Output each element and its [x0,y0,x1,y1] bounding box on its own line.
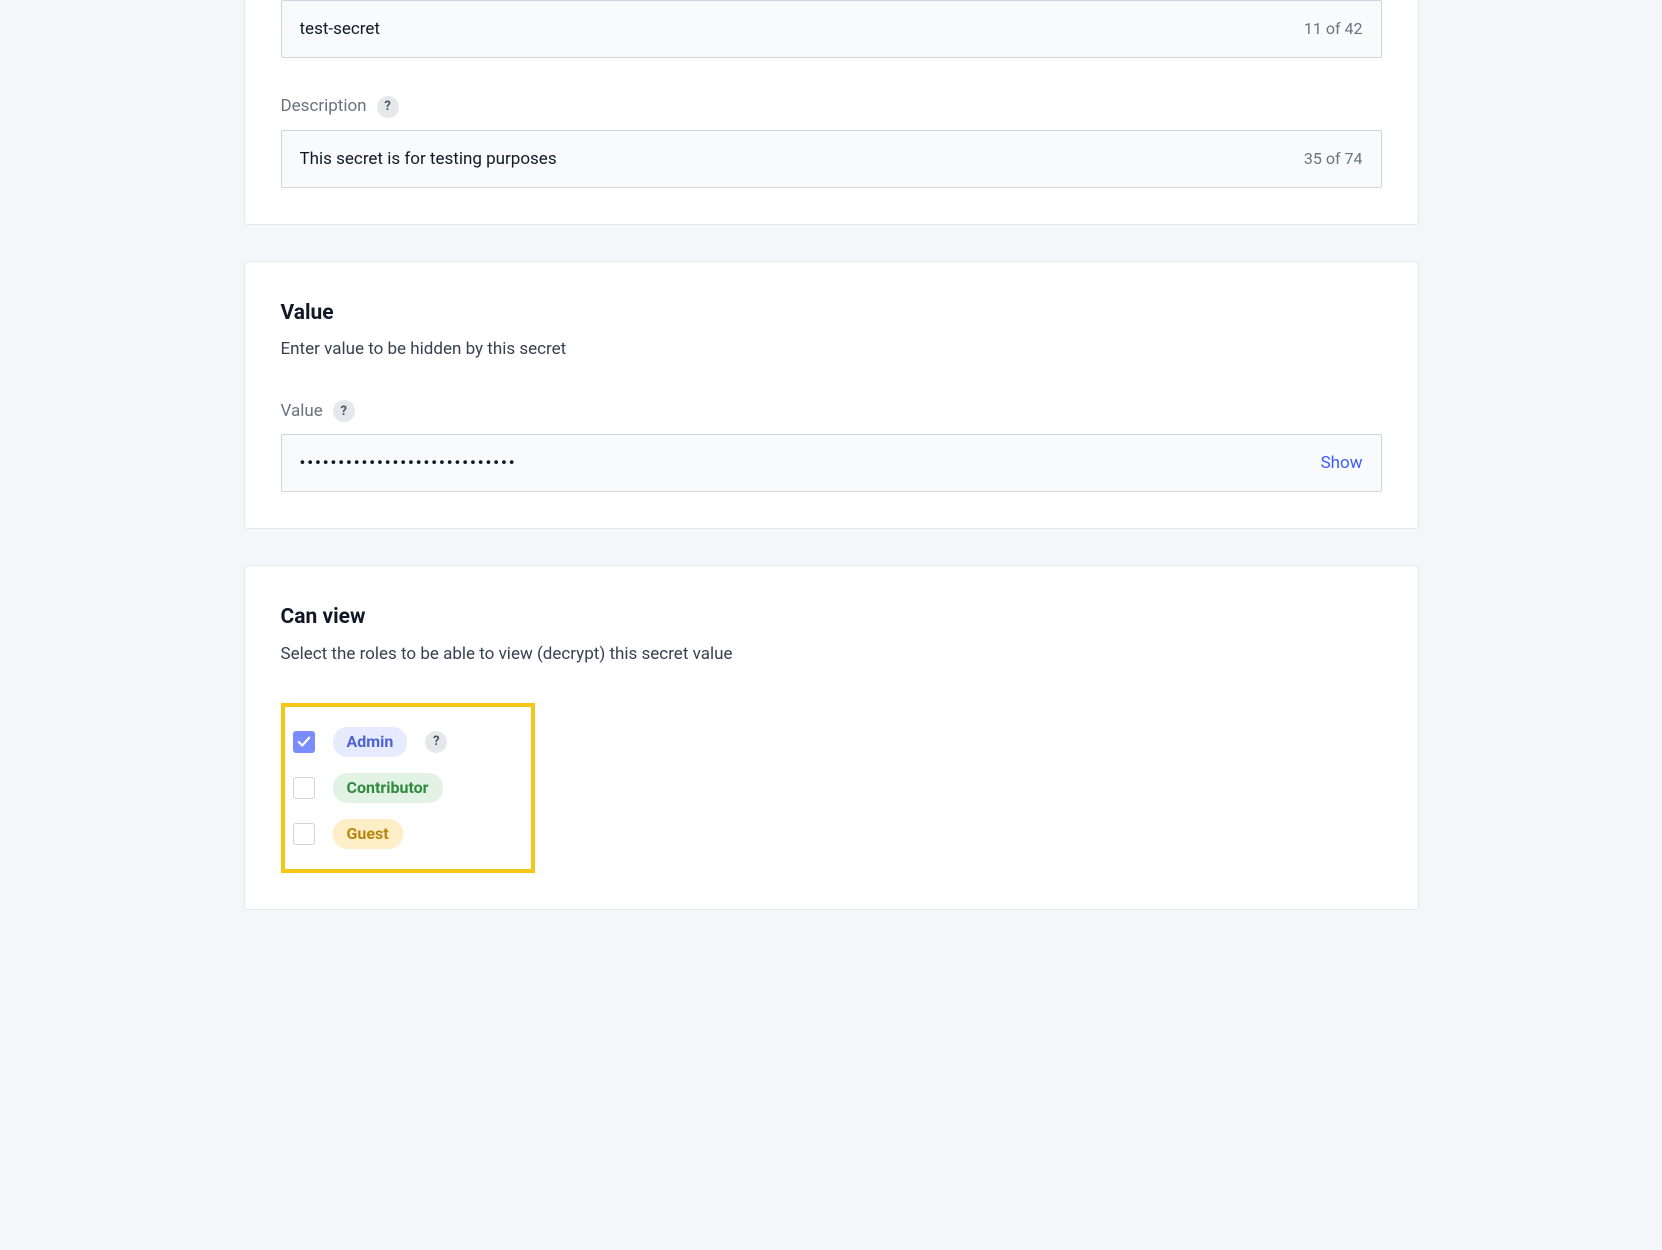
role-pill-contributor: Contributor [333,773,443,803]
can-view-subtitle: Select the roles to be able to view (dec… [281,642,1382,668]
name-input-box[interactable]: 11 of 42 [281,0,1382,58]
role-pill-admin: Admin [333,727,408,757]
role-row-guest: Guest [293,811,448,857]
description-input[interactable] [300,149,1292,169]
name-char-counter: 11 of 42 [1304,17,1363,41]
description-input-box[interactable]: 35 of 74 [281,130,1382,188]
value-input-box[interactable]: •••••••••••••••••••••••••••• Show [281,434,1382,492]
description-label: Description [281,94,367,120]
role-checkbox-guest[interactable] [293,823,315,845]
description-label-row: Description ? [281,94,1382,120]
role-row-contributor: Contributor [293,765,448,811]
value-section-subtitle: Enter value to be hidden by this secret [281,337,1382,363]
value-masked-text: •••••••••••••••••••••••••••• [300,451,517,475]
can-view-title: Can view [281,602,1382,634]
value-card: Value Enter value to be hidden by this s… [244,261,1419,530]
can-view-card: Can view Select the roles to be able to … [244,565,1419,910]
help-icon[interactable]: ? [333,400,355,422]
name-description-card: 11 of 42 Description ? 35 of 74 [244,0,1419,225]
value-label: Value [281,399,323,425]
role-checkbox-admin[interactable] [293,731,315,753]
roles-highlight-box: Admin ? Contributor Guest [281,703,536,873]
help-icon[interactable]: ? [377,96,399,118]
name-input[interactable] [300,19,1292,39]
description-char-counter: 35 of 74 [1304,147,1363,171]
value-section-title: Value [281,298,1382,330]
show-value-button[interactable]: Show [1321,453,1363,473]
role-checkbox-contributor[interactable] [293,777,315,799]
help-icon[interactable]: ? [425,731,447,753]
role-row-admin: Admin ? [293,719,448,765]
check-icon [297,735,311,749]
value-label-row: Value ? [281,399,1382,425]
role-pill-guest: Guest [333,819,403,849]
